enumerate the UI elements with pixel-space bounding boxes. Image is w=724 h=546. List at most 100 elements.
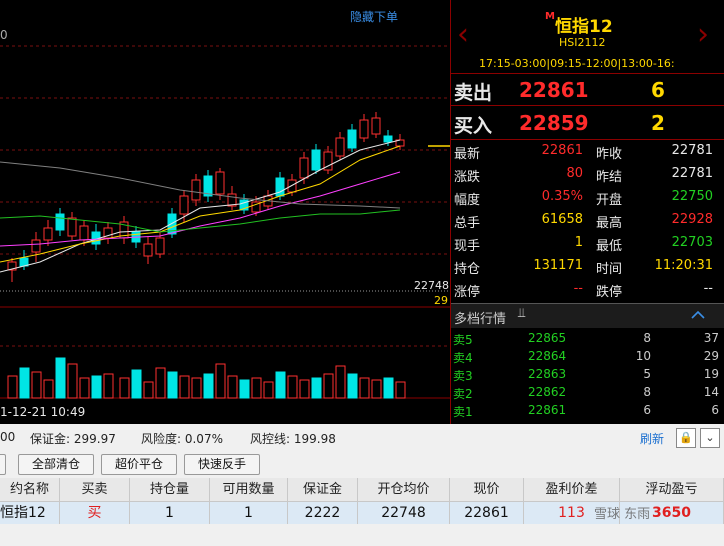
contract-marker: M: [545, 11, 555, 22]
stat-label2: 最低: [596, 239, 623, 254]
volume-bar: [167, 371, 178, 399]
collapse-chevron-up-icon[interactable]: [691, 310, 705, 320]
volume-bar: [131, 369, 142, 399]
depth-qty: 5: [643, 367, 651, 381]
candle-body: [299, 157, 309, 179]
volume-bar: [7, 375, 18, 399]
depth-label: 卖2: [453, 387, 473, 401]
depth-price[interactable]: 22864: [528, 349, 566, 363]
hide-order-link[interactable]: 隐藏下单: [350, 8, 398, 25]
sell-price[interactable]: 22861: [519, 78, 589, 102]
volume-bar: [299, 379, 310, 399]
candle-body: [371, 117, 381, 135]
column-header[interactable]: 保证金: [288, 478, 358, 502]
position-cell: 1: [210, 502, 288, 524]
volume-bar: [347, 373, 358, 399]
volume-bar: [19, 367, 30, 399]
candle-body: [67, 217, 77, 237]
stat-label: 总手: [454, 216, 481, 231]
stat-label: 涨跌: [454, 170, 481, 185]
stat-value2: 22750: [671, 189, 713, 204]
column-header[interactable]: 买卖: [60, 478, 130, 502]
candle-body: [31, 239, 41, 253]
stat-value: 61658: [541, 212, 583, 227]
stat-label2: 昨收: [596, 147, 623, 162]
depth-extra: 14: [703, 385, 719, 399]
depth-price[interactable]: 22861: [528, 403, 566, 417]
volume-bar: [191, 377, 202, 399]
column-header[interactable]: 盈利价差: [524, 478, 620, 502]
stat-label: 涨停: [454, 285, 481, 300]
volume-level-label: 29: [434, 294, 448, 307]
candle-body: [287, 179, 297, 193]
stat-label: 持仓: [454, 262, 481, 277]
depth-extra: 37: [703, 331, 719, 345]
stat-label2: 跌停: [596, 285, 623, 300]
volume-bar: [31, 371, 42, 399]
dropdown-chevron-icon[interactable]: ⌄: [700, 428, 720, 448]
volume-bar: [79, 377, 90, 399]
stat-value: 131171: [533, 258, 583, 273]
volume-bar: [275, 371, 286, 399]
next-contract-chevron-icon[interactable]: ›: [697, 20, 709, 50]
column-header[interactable]: 持仓量: [130, 478, 210, 502]
buy-label: 买入: [454, 115, 493, 137]
volume-bar: [143, 381, 154, 399]
candle-body: [155, 237, 165, 255]
position-cell: 1: [130, 502, 210, 524]
volume-bar: [311, 377, 322, 399]
stat-label: 幅度: [454, 193, 481, 208]
volume-bar: [179, 375, 190, 399]
stat-label2: 昨结: [596, 170, 623, 185]
candle-body: [311, 149, 321, 171]
stat-value: 1: [574, 235, 583, 250]
candle-body: [383, 135, 393, 143]
volume-bar: [119, 377, 130, 399]
stat-label2: 开盘: [596, 193, 623, 208]
refresh-link[interactable]: 刷新: [640, 430, 664, 447]
button-stub[interactable]: [0, 454, 6, 475]
depth-price[interactable]: 22865: [528, 331, 566, 345]
volume-bar: [215, 363, 226, 399]
lock-icon[interactable]: 🔒: [676, 428, 696, 448]
column-header[interactable]: 可用数量: [210, 478, 288, 502]
buy-price[interactable]: 22859: [519, 111, 589, 135]
sell-label: 卖出: [454, 82, 493, 104]
depth-qty: 8: [643, 331, 651, 345]
column-header[interactable]: 约名称: [0, 478, 60, 502]
depth-extra: 29: [703, 349, 719, 363]
stat-value: 0.35%: [541, 189, 583, 204]
depth-label: 卖4: [453, 351, 473, 365]
account-margin: 保证金: 299.97: [30, 432, 116, 446]
stat-value2: 22781: [671, 143, 713, 158]
volume-bar: [251, 377, 262, 399]
column-header[interactable]: 浮动盈亏: [620, 478, 724, 502]
candle-body: [335, 137, 345, 157]
depth-price[interactable]: 22863: [528, 367, 566, 381]
prev-contract-chevron-icon[interactable]: ‹: [457, 20, 469, 50]
depth-price[interactable]: 22862: [528, 385, 566, 399]
moving-average-line: [0, 145, 401, 263]
depth-header[interactable]: 多档行情 ⫫: [451, 303, 724, 328]
buy-qty: 2: [651, 111, 665, 135]
watermark-text: 雪球 东雨: [594, 507, 651, 522]
kline-chart-area[interactable]: 0 隐藏下单 22748 29 1-12-21 10:49: [0, 0, 450, 424]
moving-average-line: [0, 139, 401, 273]
depth-qty: 10: [635, 349, 651, 363]
column-header[interactable]: 开仓均价: [358, 478, 450, 502]
stat-label2: 时间: [596, 262, 623, 277]
column-header[interactable]: 现价: [450, 478, 524, 502]
volume-bar: [203, 373, 214, 399]
close-all-button[interactable]: 全部清仓: [18, 454, 94, 475]
position-cell: 买: [60, 502, 130, 524]
stat-value2: --: [703, 281, 713, 296]
close-limit-button[interactable]: 超价平仓: [101, 454, 177, 475]
trade-panel: 00 保证金: 299.97 风险度: 0.07% 风控线: 199.98 刷新…: [0, 424, 724, 546]
account-first-value: 00: [0, 430, 16, 444]
reverse-button[interactable]: 快速反手: [184, 454, 260, 475]
stat-value: 22861: [541, 143, 583, 158]
position-cell: 恒指12: [0, 502, 60, 524]
contract-name: 恒指12: [555, 17, 613, 37]
double-chevron-down-icon[interactable]: ⫫: [518, 306, 525, 321]
depth-label: 卖5: [453, 333, 473, 347]
